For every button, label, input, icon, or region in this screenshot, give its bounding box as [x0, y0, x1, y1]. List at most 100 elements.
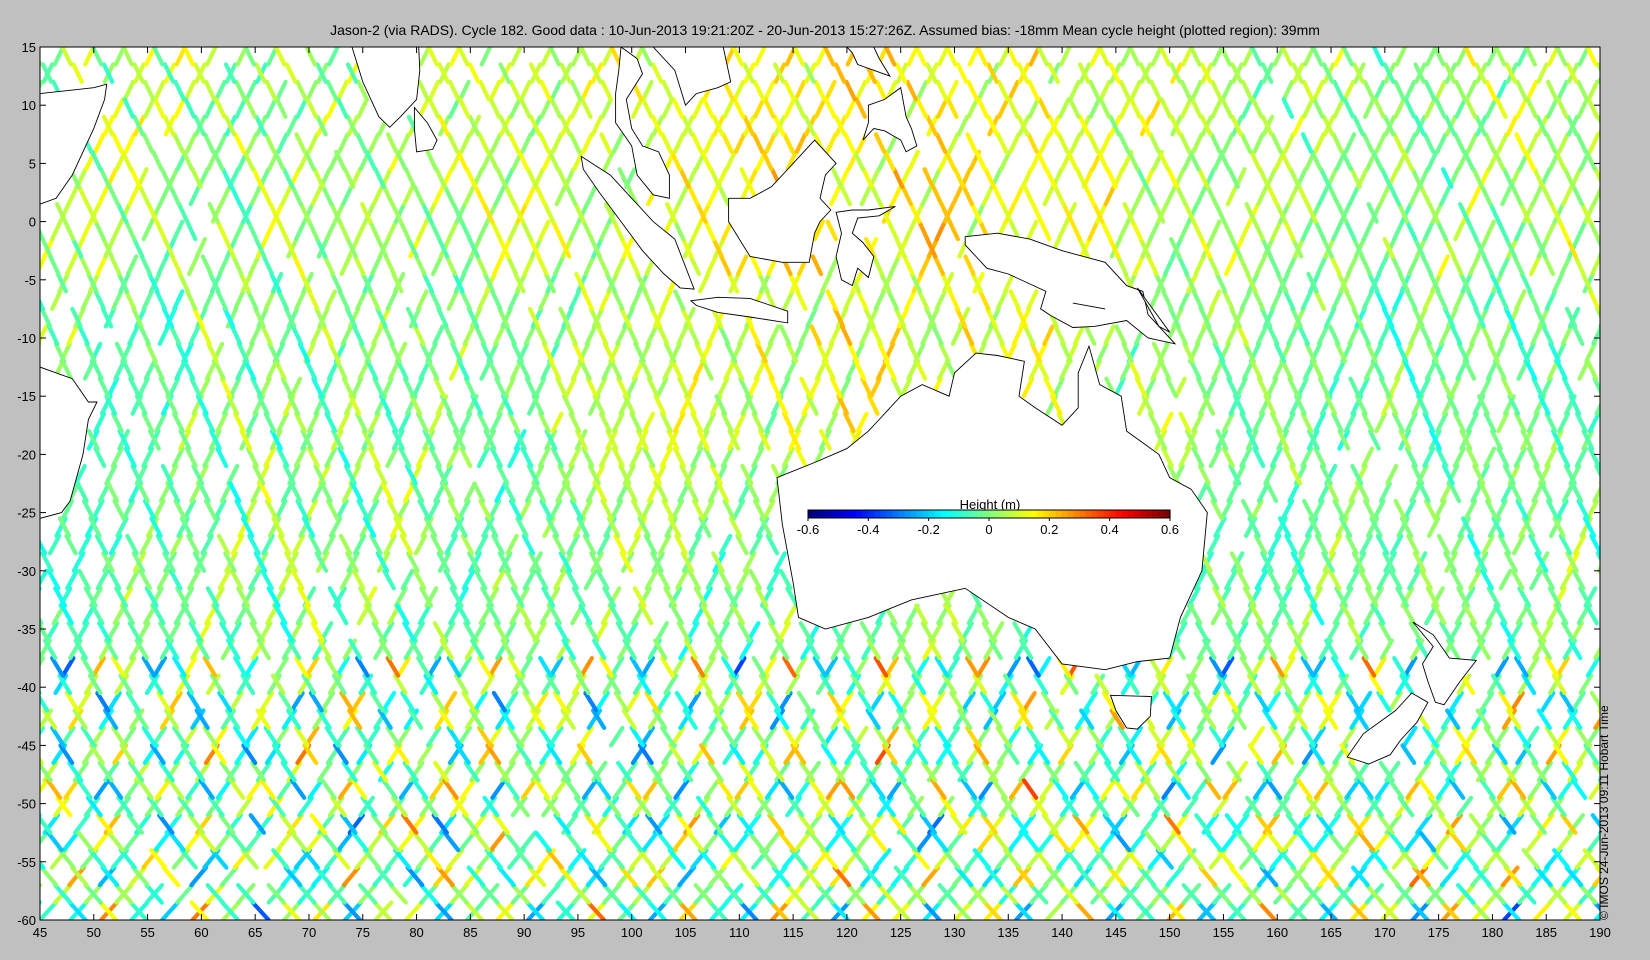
- colorbar-cell: [934, 510, 942, 518]
- x-tick-label: 95: [571, 925, 585, 940]
- x-tick-label: 80: [409, 925, 423, 940]
- track-segment: [1614, 431, 1623, 449]
- track-segment: [1598, 480, 1600, 486]
- track-segment: [14, 711, 25, 728]
- colorbar-cell: [1145, 510, 1153, 518]
- colorbar-tick-label: 0.2: [1040, 522, 1058, 537]
- y-tick-label: -10: [17, 331, 36, 346]
- colorbar-cell: [1055, 510, 1062, 518]
- colorbar-cell: [1127, 510, 1135, 518]
- track-segment: [28, 431, 37, 449]
- colorbar-cell: [814, 510, 821, 518]
- track-segment: [1604, 571, 1614, 589]
- x-tick-label: 120: [836, 925, 858, 940]
- colorbar-cell: [1067, 510, 1075, 518]
- colorbar-cell: [946, 510, 954, 518]
- x-tick-label: 50: [87, 925, 101, 940]
- colorbar-cell: [862, 510, 869, 518]
- track-segment: [1603, 484, 1612, 502]
- y-tick-label: -40: [17, 680, 36, 695]
- track-segment: [1598, 394, 1600, 399]
- track-segment: [1615, 274, 1623, 291]
- colorbar-cell: [1091, 510, 1099, 518]
- track-segment: [40, 899, 42, 905]
- track-segment: [1614, 431, 1623, 449]
- track-segment: [1613, 274, 1621, 291]
- x-tick-label: 115: [783, 925, 804, 940]
- x-tick-label: 155: [1213, 925, 1235, 940]
- colorbar-cell: [976, 510, 984, 518]
- x-tick-label: 190: [1589, 925, 1611, 940]
- chart-canvas: 45 50 55 60 65 70 75 80 85 90 95 100 105 110 115 120 125…: [14, 40, 1626, 940]
- x-tick-label: 85: [463, 925, 477, 940]
- colorbar-cell: [1001, 510, 1008, 518]
- track-segment: [40, 882, 43, 889]
- y-tick-label: -25: [17, 506, 36, 521]
- track-segment: [1605, 326, 1613, 343]
- colorbar-cell: [874, 510, 881, 518]
- colorbar-cell: [826, 510, 833, 518]
- colorbar-cell: [1139, 510, 1147, 518]
- x-tick-label: 185: [1535, 925, 1557, 940]
- track-segment: [1611, 588, 1621, 605]
- y-tick-label: -35: [17, 622, 36, 637]
- track-segment: [17, 780, 29, 798]
- track-segment: [24, 361, 32, 378]
- colorbar-gradient: [807, 509, 1171, 519]
- colorbar-cell: [1151, 510, 1159, 518]
- track-segment: [1617, 152, 1625, 169]
- x-tick-label: 75: [356, 925, 370, 940]
- track-segment: [23, 606, 33, 624]
- y-tick-label: -50: [17, 797, 36, 812]
- track-segment: [1608, 291, 1616, 309]
- colorbar-cell: [1019, 510, 1026, 518]
- land-polygon: [545, 47, 612, 48]
- track-segment: [16, 169, 24, 187]
- x-tick-label: 140: [1051, 925, 1073, 940]
- track-segment: [1597, 128, 1600, 137]
- track-segment: [1606, 536, 1615, 553]
- colorbar-cell: [892, 510, 900, 518]
- track-segment: [1608, 134, 1616, 152]
- track-segment: [1611, 798, 1624, 815]
- colorbar-cell: [989, 510, 996, 518]
- track-segment: [1608, 414, 1617, 431]
- x-tick-label: 160: [1266, 925, 1288, 940]
- track-segment: [1613, 204, 1621, 222]
- y-tick-label: -5: [24, 273, 36, 288]
- y-tick-label: -20: [17, 447, 36, 462]
- colorbar-cell: [868, 510, 875, 518]
- track-segment: [14, 815, 27, 833]
- colorbar-cell: [1115, 510, 1123, 518]
- track-segment: [25, 588, 35, 605]
- track-segment: [1611, 152, 1619, 169]
- track-segment: [1617, 344, 1625, 362]
- colorbar-cell: [928, 510, 936, 518]
- colorbar-cell: [856, 510, 863, 518]
- y-tick-label: 10: [22, 98, 36, 113]
- x-tick-label: 65: [248, 925, 262, 940]
- track-segment: [14, 309, 22, 327]
- colorbar-cell: [1043, 510, 1050, 518]
- x-tick-label: 135: [997, 925, 1019, 940]
- colorbar-cell: [940, 510, 948, 518]
- colorbar-tick-label: 0: [985, 522, 992, 537]
- colorbar-tick-label: -0.2: [917, 522, 939, 537]
- colorbar-cell: [808, 510, 815, 518]
- track-segment: [1615, 676, 1626, 693]
- x-tick-label: 60: [194, 925, 208, 940]
- track-segment: [23, 82, 31, 100]
- colorbar-cell: [1007, 510, 1014, 518]
- colorbar-cell: [1073, 510, 1081, 518]
- colorbar-tick-label: -0.6: [797, 522, 819, 537]
- x-tick-label: 90: [517, 925, 531, 940]
- x-tick-label: 110: [729, 925, 750, 940]
- colorbar-cell: [970, 510, 978, 518]
- track-segment: [1616, 518, 1625, 536]
- track-segment: [1598, 322, 1600, 329]
- colorbar-cell: [1037, 510, 1044, 518]
- track-segment: [1608, 222, 1616, 240]
- colorbar-cell: [958, 510, 966, 518]
- colorbar-cell: [1013, 510, 1020, 518]
- colorbar-cell: [995, 510, 1002, 518]
